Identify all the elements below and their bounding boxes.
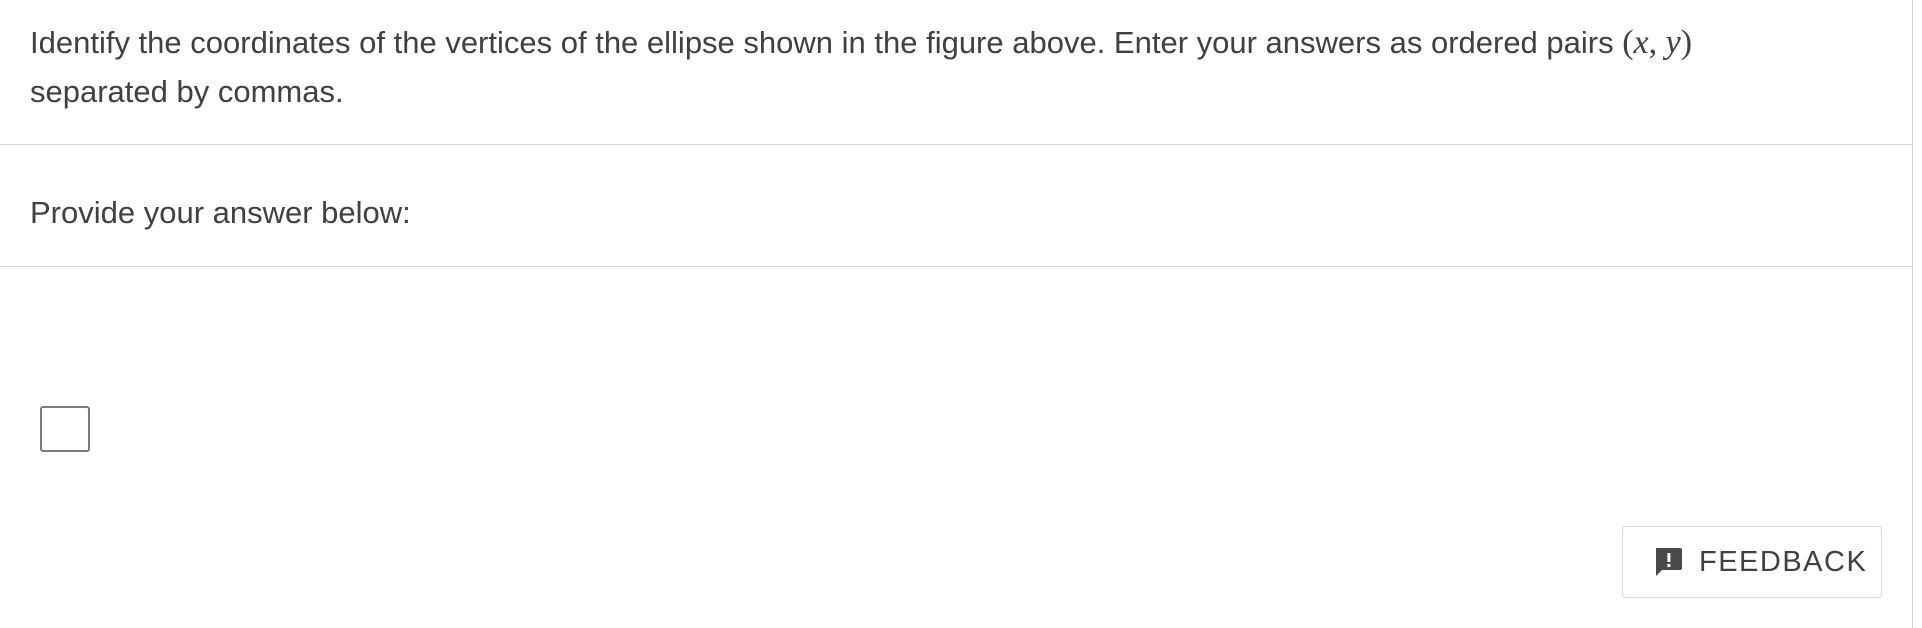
divider xyxy=(0,266,1913,267)
question-text: Identify the coordinates of the vertices… xyxy=(30,18,1900,116)
question-text-end: separated by commas. xyxy=(30,74,344,109)
answer-prompt: Provide your answer below: xyxy=(30,195,411,230)
feedback-button[interactable]: FEEDBACK xyxy=(1622,526,1882,598)
ordered-pair-math: (x, y) xyxy=(1622,24,1693,61)
question-panel: Identify the coordinates of the vertices… xyxy=(0,0,1913,628)
answer-input[interactable] xyxy=(40,406,90,452)
feedback-label: FEEDBACK xyxy=(1699,545,1868,578)
feedback-icon xyxy=(1651,545,1685,579)
divider xyxy=(0,144,1913,145)
question-text-main: Identify the coordinates of the vertices… xyxy=(30,25,1623,60)
